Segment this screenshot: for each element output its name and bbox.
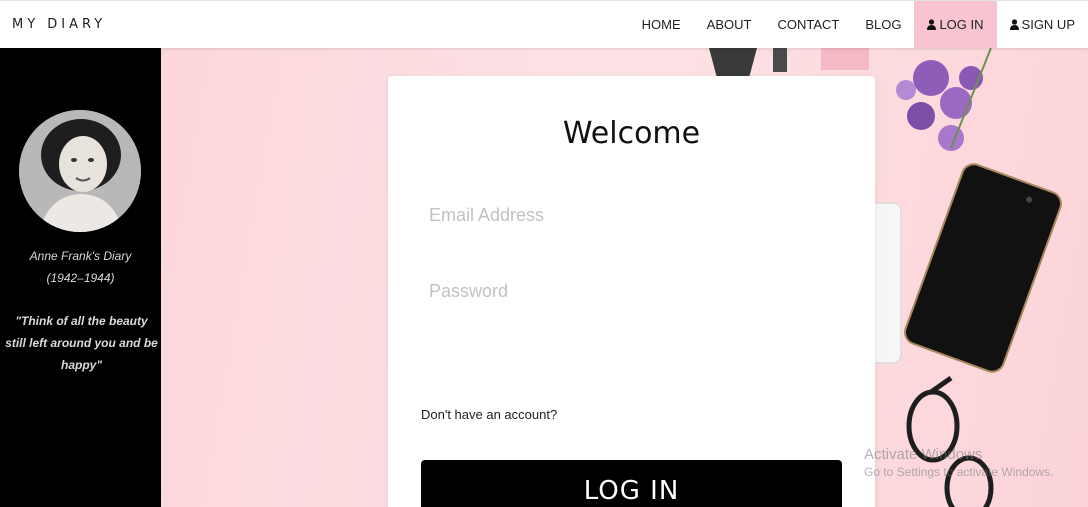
pens-decoration	[709, 48, 869, 78]
nav-home-label: HOME	[641, 17, 681, 32]
black-phone-decoration	[904, 163, 1062, 373]
password-input[interactable]	[429, 271, 839, 311]
watermark-line2: Go to Settings to activate Windows.	[864, 465, 1054, 479]
sidebar: Anne Frank's Diary (1942–1944) "Think of…	[0, 48, 161, 507]
nav-about-label: ABOUT	[706, 17, 752, 32]
brand-logo[interactable]: MY DIARY	[12, 17, 106, 32]
login-card: Welcome Don't have an account? LOG IN	[388, 76, 875, 507]
nav-blog-label: BLOG	[865, 17, 902, 32]
nav-signup-label: SIGN UP	[1021, 17, 1075, 32]
top-navbar: MY DIARY HOME ABOUT CONTACT BLOG LOG IN …	[0, 0, 1088, 48]
email-input[interactable]	[429, 195, 839, 235]
caption-title: Anne Frank's Diary	[29, 249, 132, 263]
nav-contact[interactable]: CONTACT	[764, 1, 852, 48]
login-button[interactable]: LOG IN	[421, 460, 842, 507]
user-icon	[1009, 19, 1019, 30]
nav-home[interactable]: HOME	[629, 1, 694, 48]
sidebar-quote: "Think of all the beauty still left arou…	[5, 314, 158, 372]
flower-decoration	[896, 48, 992, 151]
avatar	[19, 110, 141, 232]
welcome-title: Welcome	[562, 116, 701, 151]
nav-login[interactable]: LOG IN	[914, 1, 997, 48]
caption-years: (1942–1944)	[46, 271, 115, 285]
signup-link[interactable]: Don't have an account?	[421, 407, 557, 422]
nav-blog[interactable]: BLOG	[852, 1, 914, 48]
nav-login-label: LOG IN	[939, 17, 984, 32]
nav-contact-label: CONTACT	[777, 17, 840, 32]
nav-signup[interactable]: SIGN UP	[997, 1, 1088, 48]
nav-links: HOME ABOUT CONTACT BLOG LOG IN SIGN UP	[629, 1, 1088, 48]
nav-about[interactable]: ABOUT	[694, 1, 765, 48]
glasses-decoration	[906, 375, 994, 507]
windows-watermark: Activate Windows Go to Settings to activ…	[864, 446, 1053, 479]
watermark-line1: Activate Windows	[864, 446, 983, 463]
user-icon	[927, 19, 937, 30]
sidebar-caption: Anne Frank's Diary (1942–1944)	[0, 245, 161, 289]
